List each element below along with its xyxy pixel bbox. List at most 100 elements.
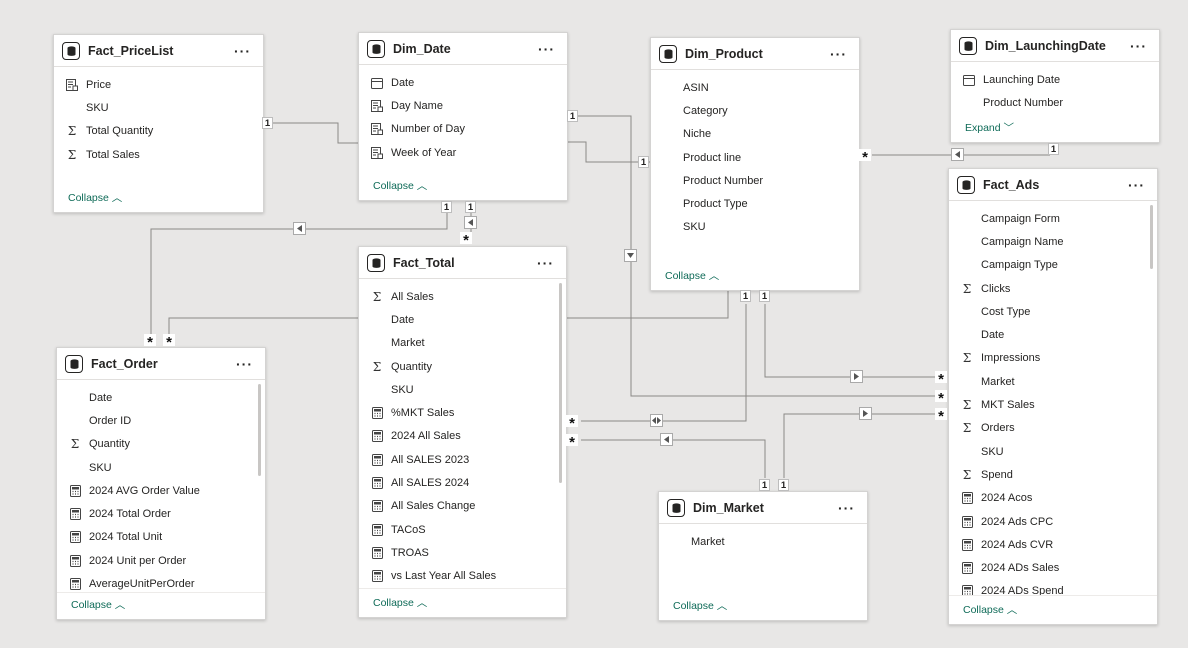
field-item[interactable]: Market [359,332,566,355]
field-item[interactable]: Σ MKT Sales [949,393,1157,416]
field-item[interactable]: Campaign Name [949,230,1157,253]
field-item[interactable]: Σ All Sales [359,285,566,308]
collapse-button[interactable]: Collapse ︿ [963,602,1017,617]
table-card-fact-pricelist[interactable]: Fact_PriceList ··· Price SKU Σ Total Quan… [53,34,264,213]
field-item[interactable]: %MKT Sales [359,401,566,424]
collapse-button[interactable]: Collapse ︿ [665,268,719,283]
field-item[interactable]: Σ Total Quantity [54,120,263,143]
filter-direction-left-icon[interactable] [951,148,964,161]
field-item[interactable]: 2024 Ads CVR [949,533,1157,556]
table-card-fact-total[interactable]: Fact_Total ··· Σ All Sales Date Market ΣQ… [358,246,567,618]
filter-direction-left-icon[interactable] [660,433,673,446]
filter-direction-right-icon[interactable] [859,407,872,420]
field-item[interactable]: ASIN [651,76,859,99]
field-item[interactable]: All Sales Change [359,495,566,518]
field-item[interactable]: Product Type [651,192,859,215]
collapse-button[interactable]: Collapse ︿ [71,597,125,612]
field-item[interactable]: Number of Day [359,118,567,141]
field-item[interactable]: Niche [651,123,859,146]
table-header[interactable]: Dim_Date ··· [359,33,567,65]
table-card-dim-product[interactable]: Dim_Product ··· ASIN Category Niche Prod… [650,37,860,291]
field-item[interactable]: Product line [651,146,859,169]
more-options-button[interactable]: ··· [1126,39,1151,53]
field-item[interactable]: 2024 All Sales [359,425,566,448]
more-options-button[interactable]: ··· [533,256,558,270]
scrollbar[interactable] [1150,205,1153,269]
field-item[interactable]: SKU [651,216,859,239]
table-header[interactable]: Fact_PriceList ··· [54,35,263,67]
field-item[interactable]: SKU [949,440,1157,463]
field-item[interactable]: Launching Date [951,68,1159,91]
scrollbar[interactable] [559,283,562,483]
field-item[interactable]: Market [949,370,1157,393]
field-item[interactable]: Cost Type [949,300,1157,323]
field-item[interactable]: Week of Year [359,141,567,164]
field-item[interactable]: Σ Clicks [949,277,1157,300]
field-item[interactable]: Product Number [951,91,1159,114]
field-item[interactable]: Date [359,308,566,331]
field-item[interactable]: TACoS [359,518,566,541]
table-card-fact-ads[interactable]: Fact_Ads ··· Campaign Form Campaign Name… [948,168,1158,625]
collapse-button[interactable]: Collapse ︿ [68,190,122,205]
table-header[interactable]: Fact_Ads ··· [949,169,1157,201]
field-item[interactable]: Date [949,323,1157,346]
field-item[interactable]: 2024 Total Unit [57,526,265,549]
field-item[interactable]: 2024 AVG Order Value [57,479,265,502]
expand-button[interactable]: Expand ﹀ [965,120,1014,135]
calendar-icon [369,77,385,89]
filter-direction-left-icon[interactable] [293,222,306,235]
collapse-button[interactable]: Collapse ︿ [373,595,427,610]
field-item[interactable]: Category [651,99,859,122]
more-options-button[interactable]: ··· [834,501,859,515]
field-item[interactable]: Campaign Form [949,207,1157,230]
table-card-dim-date[interactable]: Dim_Date ··· Date Day Name Number of Day… [358,32,568,201]
field-item[interactable]: Product Number [651,169,859,192]
field-item[interactable]: Order ID [57,409,265,432]
collapse-button[interactable]: Collapse ︿ [673,598,727,613]
field-item[interactable]: 2024 Total Order [57,502,265,525]
field-item[interactable]: Σ Orders [949,417,1157,440]
field-item[interactable]: Σ Impressions [949,347,1157,370]
filter-direction-down-icon[interactable] [624,249,637,262]
table-header[interactable]: Fact_Total ··· [359,247,566,279]
field-item[interactable]: All SALES 2023 [359,448,566,471]
field-item[interactable]: TROAS [359,541,566,564]
field-item[interactable]: Date [57,386,265,409]
more-options-button[interactable]: ··· [232,357,257,371]
field-item[interactable]: Σ Quantity [359,355,566,378]
filter-direction-both-icon[interactable] [650,414,663,427]
table-header[interactable]: Dim_Product ··· [651,38,859,70]
more-options-button[interactable]: ··· [1124,178,1149,192]
field-item[interactable]: 2024 Acos [949,487,1157,510]
filter-direction-left-icon[interactable] [464,216,477,229]
table-header[interactable]: Fact_Order ··· [57,348,265,380]
field-item[interactable]: SKU [57,456,265,479]
field-item[interactable]: SKU [359,378,566,401]
more-options-button[interactable]: ··· [826,47,851,61]
field-item[interactable]: SKU [54,96,263,119]
field-item[interactable]: Σ Spend [949,463,1157,486]
table-card-dim-market[interactable]: Dim_Market ··· Market Collapse ︿ [658,491,868,621]
field-item[interactable]: All SALES 2024 [359,471,566,494]
table-card-fact-order[interactable]: Fact_Order ··· Date Order ID Σ Quantity S… [56,347,266,620]
field-item[interactable]: Σ Total Sales [54,143,263,166]
field-item[interactable]: vs Last Year All Sales [359,565,566,588]
scrollbar[interactable] [258,384,261,476]
field-item[interactable]: Day Name [359,94,567,117]
more-options-button[interactable]: ··· [534,42,559,56]
filter-direction-right-icon[interactable] [850,370,863,383]
field-item[interactable]: 2024 Ads CPC [949,510,1157,533]
table-card-dim-launchingdate[interactable]: Dim_LaunchingDate ··· Launching Date Pro… [950,29,1160,143]
more-options-button[interactable]: ··· [230,44,255,58]
field-item[interactable]: 2024 ADs Sales [949,556,1157,579]
field-item[interactable]: Price [54,73,263,96]
table-header[interactable]: Dim_LaunchingDate ··· [951,30,1159,62]
table-header[interactable]: Dim_Market ··· [659,492,867,524]
field-item[interactable]: Market [659,530,867,553]
collapse-button[interactable]: Collapse ︿ [373,178,427,193]
field-item[interactable]: Σ Quantity [57,433,265,456]
field-item[interactable]: Campaign Type [949,254,1157,277]
field-label: Clicks [981,282,1011,295]
field-item[interactable]: 2024 Unit per Order [57,549,265,572]
field-item[interactable]: Date [359,71,567,94]
